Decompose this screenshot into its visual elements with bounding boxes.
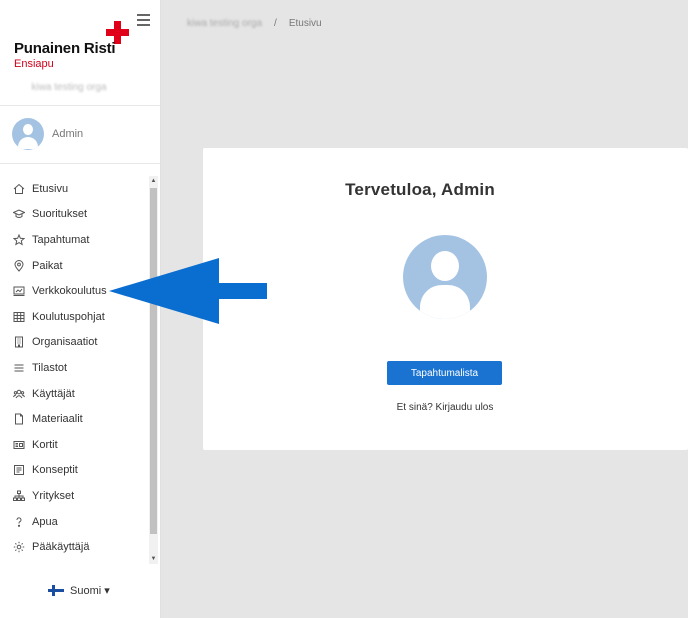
sidebar-item-label: Käyttäjät [32, 387, 75, 400]
sidebar-item-tapahtumat[interactable]: Tapahtumat [0, 227, 148, 253]
concept-icon [12, 463, 26, 477]
users-icon [12, 387, 26, 401]
sidebar-item-materiaalit[interactable]: Materiaalit [0, 406, 148, 432]
sidebar-item-label: Suoritukset [32, 208, 88, 221]
avatar [12, 118, 44, 150]
graduation-cap-icon [12, 207, 26, 221]
language-selector[interactable]: Suomi ▾ [48, 584, 110, 597]
map-pin-icon [12, 259, 26, 273]
grid-table-icon [12, 310, 26, 324]
help-icon [12, 515, 26, 529]
sidebar-item-kayttajat[interactable]: Käyttäjät [0, 381, 148, 407]
sidebar-item-kortit[interactable]: Kortit [0, 432, 148, 458]
breadcrumb: kiwa testing orga / Etusivu [187, 18, 322, 29]
logout-link[interactable]: Et sinä? Kirjaudu ulos [203, 402, 687, 413]
hamburger-menu-icon[interactable] [137, 14, 150, 26]
sidebar-item-etusivu[interactable]: Etusivu [0, 176, 148, 202]
scrollbar-thumb[interactable] [150, 188, 157, 534]
star-icon [12, 233, 26, 247]
sidebar-item-label: Verkkokoulutus [32, 285, 107, 298]
home-icon [12, 182, 26, 196]
gear-icon [12, 540, 26, 554]
avatar [403, 235, 487, 319]
online-training-icon [12, 284, 26, 298]
sidebar-item-tilastot[interactable]: Tilastot [0, 355, 148, 381]
list-icon [12, 361, 26, 375]
sidebar-item-label: Materiaalit [32, 413, 83, 426]
annotation-arrow-icon [109, 258, 267, 324]
page-title: Tervetuloa, Admin [345, 180, 495, 199]
divider [0, 105, 160, 106]
sidebar-item-suoritukset[interactable]: Suoritukset [0, 202, 148, 228]
sidebar-item-apua[interactable]: Apua [0, 509, 148, 535]
sidebar-scrollbar[interactable]: ▲ ▼ [149, 176, 158, 564]
sidebar-item-yritykset[interactable]: Yritykset [0, 483, 148, 509]
scroll-up-arrow-icon[interactable]: ▲ [149, 176, 158, 186]
brand-name: Punainen Risti [14, 40, 116, 57]
brand-subtitle: Ensiapu [14, 58, 54, 70]
sidebar-item-organisaatiot[interactable]: Organisaatiot [0, 330, 148, 356]
language-label: Suomi [70, 584, 102, 597]
breadcrumb-separator: / [274, 18, 277, 29]
scroll-down-arrow-icon[interactable]: ▼ [149, 554, 158, 564]
sidebar-item-label: Pääkäyttäjä [32, 541, 90, 554]
chevron-down-icon: ▾ [104, 585, 110, 597]
sidebar-item-label: Etusivu [32, 182, 69, 195]
sidebar-nav: Etusivu Suoritukset Tapahtumat Paikat Ve… [0, 176, 148, 560]
sidebar-item-label: Paikat [32, 259, 63, 272]
user-name: Admin [52, 128, 84, 140]
finland-flag-icon [48, 585, 64, 596]
user-profile[interactable]: Admin [12, 118, 83, 150]
sidebar-item-label: Tapahtumat [32, 233, 90, 246]
sidebar-item-label: Apua [32, 515, 58, 528]
sidebar-item-label: Tilastot [32, 361, 68, 374]
sidebar-item-label: Konseptit [32, 464, 78, 477]
org-chart-icon [12, 489, 26, 503]
welcome-card: Tervetuloa, Admin Tapahtumalista Et sinä… [203, 148, 688, 450]
file-icon [12, 412, 26, 426]
sidebar-item-label: Organisaatiot [32, 336, 98, 349]
organization-name: kiwa testing orga [31, 82, 107, 93]
sidebar-item-label: Kortit [32, 438, 58, 451]
breadcrumb-current: Etusivu [288, 18, 322, 29]
divider [0, 163, 160, 164]
sidebar-item-label: Yritykset [32, 489, 75, 502]
breadcrumb-org[interactable]: kiwa testing orga [187, 18, 262, 29]
building-icon [12, 335, 26, 349]
sidebar-item-label: Koulutuspohjat [32, 310, 105, 323]
sidebar-item-paakayttaja[interactable]: Pääkäyttäjä [0, 534, 148, 560]
brand-logo[interactable]: Punainen Risti Ensiapu [14, 40, 116, 70]
event-list-button[interactable]: Tapahtumalista [387, 361, 502, 385]
sidebar-item-konseptit[interactable]: Konseptit [0, 458, 148, 484]
card-icon [12, 438, 26, 452]
